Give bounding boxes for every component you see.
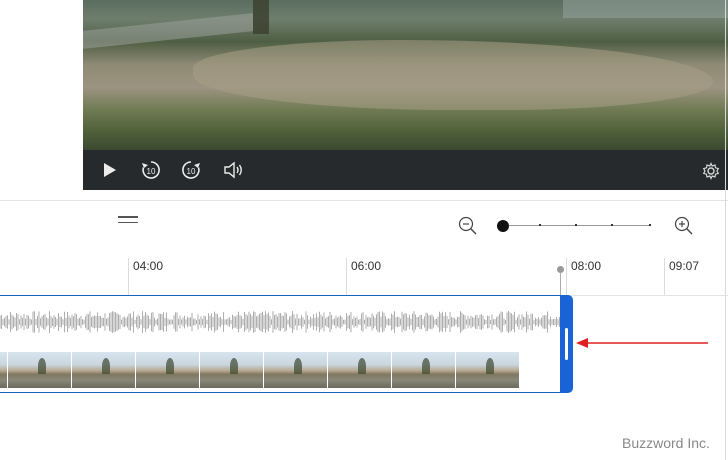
thumbnail-frame xyxy=(264,352,328,388)
ruler-tick xyxy=(346,258,347,296)
credit-text: Buzzword Inc. xyxy=(622,435,710,451)
thumbnail-tree xyxy=(486,358,494,374)
thumbnail-frame xyxy=(456,352,520,388)
left-panel xyxy=(0,0,83,200)
thumbnail-frame xyxy=(8,352,72,388)
skip-back-label: 10 xyxy=(147,167,156,176)
ruler-tick xyxy=(566,258,567,296)
waveform-path xyxy=(0,311,560,333)
video-clip[interactable] xyxy=(0,295,562,393)
zoom-step xyxy=(611,224,613,226)
thumbnail-tree xyxy=(358,358,366,374)
video-preview[interactable]: 10 10 xyxy=(83,0,728,190)
annotation-arrow xyxy=(576,338,708,348)
scene-building xyxy=(563,0,728,18)
zoom-slider-thumb[interactable] xyxy=(497,220,509,232)
zoom-out-icon[interactable] xyxy=(458,216,478,241)
ruler-tick xyxy=(664,258,665,296)
zoom-step xyxy=(649,224,651,226)
ruler-label: 09:07 xyxy=(669,259,700,273)
zoom-in-icon[interactable] xyxy=(674,216,694,241)
trim-grip xyxy=(565,328,568,360)
thumbnail-frame xyxy=(0,352,38,388)
ruler-label: 08:00 xyxy=(571,259,602,273)
right-edge xyxy=(725,0,726,460)
thumbnail-tree xyxy=(102,358,110,374)
ruler-tick xyxy=(128,258,129,296)
zoom-step xyxy=(539,224,541,226)
volume-icon[interactable] xyxy=(223,161,245,179)
thumbnail-frame xyxy=(392,352,456,388)
ruler-label: 04:00 xyxy=(133,259,164,273)
thumbnail-tree xyxy=(166,358,174,374)
thumbnail-strip xyxy=(0,352,560,388)
zoom-slider-track[interactable] xyxy=(503,224,651,226)
scene-ground xyxy=(193,40,713,110)
hamburger-icon[interactable] xyxy=(118,216,138,223)
skip-forward-icon[interactable]: 10 xyxy=(180,159,202,181)
panel-divider xyxy=(0,200,728,201)
ruler-label: 06:00 xyxy=(351,259,382,273)
play-icon[interactable] xyxy=(103,162,117,178)
skip-forward-label: 10 xyxy=(187,167,196,176)
gear-icon[interactable] xyxy=(702,162,720,180)
thumbnail-tree xyxy=(422,358,430,374)
video-editor: 10 10 04:00 06:00 08:00 09:07 Buzzword I… xyxy=(0,0,728,460)
thumbnail-tree xyxy=(230,358,238,374)
zoom-step xyxy=(575,224,577,226)
playhead-line xyxy=(560,272,561,296)
scene-tree xyxy=(253,0,269,34)
thumbnail-frame xyxy=(328,352,392,388)
trim-handle-end[interactable] xyxy=(560,295,573,393)
audio-waveform xyxy=(0,311,560,333)
thumbnail-frame xyxy=(136,352,200,388)
thumbnail-tree xyxy=(38,358,46,374)
skip-back-icon[interactable]: 10 xyxy=(140,159,162,181)
thumbnail-frame xyxy=(72,352,136,388)
thumbnail-frame xyxy=(200,352,264,388)
scene-path xyxy=(83,13,253,49)
thumbnail-tree xyxy=(294,358,302,374)
